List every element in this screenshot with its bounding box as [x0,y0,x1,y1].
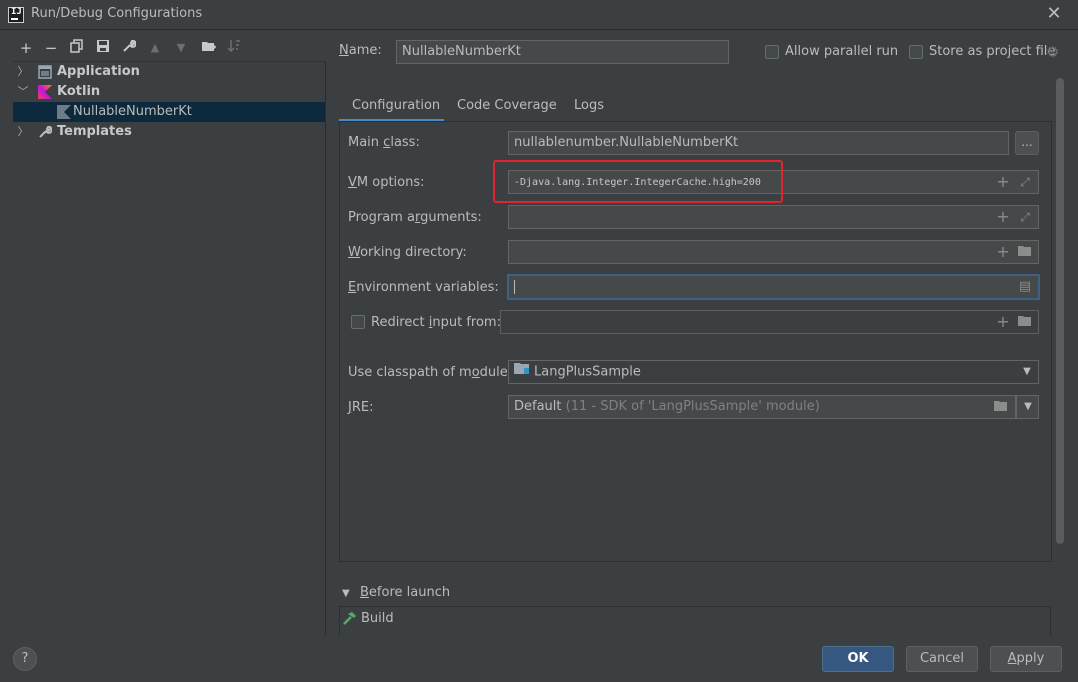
chevron-right-icon[interactable]: 〉 [17,62,29,82]
add-icon[interactable]: + [995,243,1011,261]
tree-item-label: Application [57,64,140,79]
tree-item-nullablenumberkt[interactable]: NullableNumberKt [13,102,325,122]
gear-icon[interactable]: ⚙ [1046,44,1062,60]
environment-variables-label: Environment variables: [348,280,499,295]
jre-field[interactable]: Default (11 - SDK of 'LangPlusSample' mo… [508,395,1016,419]
folder-icon[interactable] [1017,243,1033,261]
chevron-down-icon[interactable]: ▼ [1017,361,1037,383]
before-launch-item-build[interactable]: Build [361,611,394,626]
apply-button[interactable]: Apply [990,646,1062,672]
application-icon [38,65,52,79]
move-up-icon[interactable]: ▲ [146,39,164,57]
store-as-project-file-label: Store as project file [929,44,1056,59]
text-cursor [514,279,515,294]
sort-icon[interactable] [225,39,243,57]
name-field-value: NullableNumberKt [402,44,521,59]
new-folder-icon[interactable] [199,39,217,57]
expand-icon[interactable]: ⤢ [1017,208,1033,226]
redirect-input-checkbox[interactable] [351,315,365,329]
add-icon[interactable]: + [995,173,1011,191]
vm-options-label: VM options: [348,175,425,190]
add-icon[interactable]: + [995,313,1011,331]
before-launch-label[interactable]: Before launch [360,585,450,600]
close-icon[interactable]: ✕ [1044,4,1064,24]
cancel-button[interactable]: Cancel [906,646,978,672]
vertical-scrollbar[interactable] [1056,78,1064,544]
wrench-icon [38,125,53,139]
kotlin-icon [38,85,52,99]
highlight-box [493,160,783,203]
intellij-logo-icon: IJ [8,7,24,23]
title-bar: IJ Run/Debug Configurations ✕ [0,0,1078,30]
chevron-down-icon: ▼ [1024,401,1032,412]
move-down-icon[interactable]: ▼ [172,39,190,57]
main-class-field[interactable]: nullablenumber.NullableNumberKt [508,131,1009,155]
working-directory-field[interactable]: + [508,240,1039,264]
name-label: Name: [339,43,382,58]
program-arguments-label: Program arguments: [348,210,482,225]
name-field[interactable]: NullableNumberKt [396,40,729,64]
expand-icon[interactable]: ⤢ [1017,173,1033,191]
tree-item-kotlin[interactable]: ﹀ Kotlin [13,82,325,102]
tree-item-label: Kotlin [57,84,101,99]
tree-item-application[interactable]: 〉 Application [13,62,325,82]
document-icon[interactable]: ▤ [1017,278,1033,296]
save-icon[interactable] [94,39,112,57]
before-launch-list: Build [339,606,1051,636]
tab-configuration[interactable]: Configuration [352,98,440,113]
store-as-project-file-checkbox[interactable] [909,45,923,59]
main-class-value: nullablenumber.NullableNumberKt [514,135,739,150]
working-directory-label: Working directory: [348,245,467,260]
copy-icon[interactable] [68,39,86,57]
environment-variables-field[interactable]: ▤ [507,274,1040,300]
allow-parallel-run-checkbox[interactable] [765,45,779,59]
program-arguments-field[interactable]: + ⤢ [508,205,1039,229]
browse-main-class-button[interactable]: ... [1015,131,1039,155]
jre-value: Default [514,399,562,414]
tree-item-label: NullableNumberKt [73,104,192,119]
folder-icon[interactable] [993,398,1009,416]
add-icon[interactable]: + [17,39,35,57]
wrench-icon[interactable] [120,39,138,57]
redirect-input-field[interactable]: + [500,310,1039,334]
ok-button[interactable]: OK [822,646,894,672]
collapse-icon[interactable]: ▼ [342,588,350,599]
chevron-down-icon[interactable]: ﹀ [17,82,29,102]
kotlin-file-icon [57,105,71,119]
allow-parallel-run-label: Allow parallel run [785,44,899,59]
tab-logs[interactable]: Logs [574,98,604,113]
module-folder-icon [514,361,530,383]
main-class-label: Main class: [348,135,420,150]
classpath-module-select[interactable]: LangPlusSample ▼ [508,360,1039,384]
tab-code-coverage[interactable]: Code Coverage [457,98,557,113]
redirect-input-label: Redirect input from: [371,315,501,330]
jre-detail: (11 - SDK of 'LangPlusSample' module) [565,399,820,414]
window-title: Run/Debug Configurations [31,6,203,21]
jre-dropdown-button[interactable]: ▼ [1016,395,1039,419]
folder-icon[interactable] [1017,313,1033,331]
remove-icon[interactable]: − [42,39,60,57]
chevron-right-icon[interactable]: 〉 [17,122,29,142]
tree-item-label: Templates [57,124,132,139]
configuration-tree[interactable]: 〉 Application ﹀ Kotlin NullableNumberKt … [13,61,326,635]
classpath-module-value: LangPlusSample [534,364,641,380]
add-icon[interactable]: + [995,208,1011,226]
hammer-icon [342,611,357,630]
jre-label: JRE: [348,400,374,415]
help-button[interactable]: ? [13,647,37,671]
classpath-module-label: Use classpath of module: [348,365,513,380]
tree-item-templates[interactable]: 〉 Templates [13,122,325,142]
